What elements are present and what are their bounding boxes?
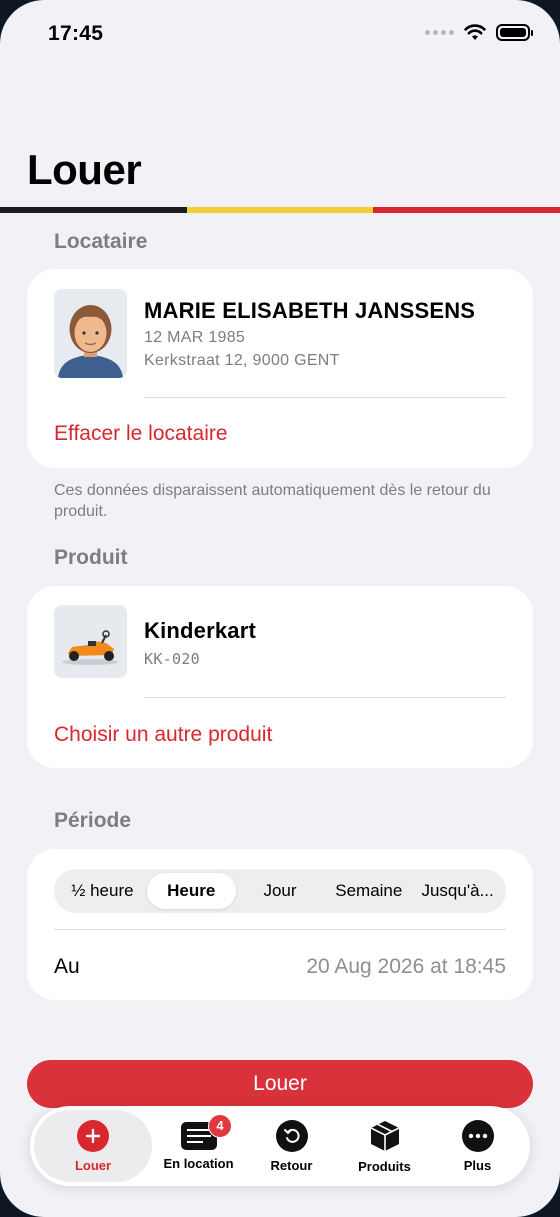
wifi-icon [464, 24, 486, 40]
renter-section-label: Locataire [54, 230, 148, 253]
renter-avatar [54, 289, 127, 378]
renter-birthdate: 12 MAR 1985 [144, 329, 246, 346]
clear-renter-button[interactable]: Effacer le locataire [54, 422, 228, 446]
product-name: Kinderkart [144, 618, 257, 643]
tab-label: Produits [358, 1158, 411, 1174]
status-time: 17:45 [48, 22, 104, 45]
until-label: Au [54, 955, 80, 978]
period-option-day[interactable]: Jour [236, 873, 325, 909]
more-icon [461, 1119, 494, 1152]
renter-privacy-note: Ces données disparaissent automatiquemen… [54, 482, 491, 520]
battery-icon [496, 24, 533, 41]
product-code: KK-020 [144, 650, 200, 668]
belgian-flag-stripe [0, 207, 560, 213]
period-option-week[interactable]: Semaine [324, 873, 413, 909]
product-section-label: Produit [54, 546, 128, 569]
tab-plus[interactable]: Plus [431, 1110, 524, 1182]
divider [54, 929, 506, 930]
screen: 17:45 Louer Locataire MARIE ELISABETH JA… [0, 0, 560, 1217]
tab-produits[interactable]: Produits [338, 1110, 431, 1182]
rentals-count-badge: 4 [208, 1114, 232, 1138]
tab-label: En location [163, 1155, 234, 1171]
status-icons [425, 24, 533, 41]
tab-bar: Louer 4 En location Retour Produits Plus [30, 1106, 530, 1186]
return-icon [275, 1119, 308, 1152]
page-title: Louer [27, 146, 142, 193]
signal-icon [425, 30, 454, 35]
tab-louer[interactable]: Louer [34, 1110, 152, 1182]
renter-card: MARIE ELISABETH JANSSENS 12 MAR 1985 Ker… [27, 269, 533, 468]
tab-label: Louer [74, 1157, 112, 1173]
choose-other-product-button[interactable]: Choisir un autre produit [54, 723, 272, 747]
renter-name: MARIE ELISABETH JANSSENS [144, 298, 476, 323]
period-card: ½ heure Heure Jour Semaine Jusqu'à... Au… [27, 849, 533, 1000]
period-option-hour[interactable]: Heure [146, 873, 236, 909]
period-segmented-control: ½ heure Heure Jour Semaine Jusqu'à... [54, 869, 506, 913]
tab-en-location[interactable]: 4 En location [152, 1110, 245, 1182]
tab-label: Retour [270, 1157, 313, 1173]
box-icon [370, 1120, 399, 1151]
tab-label: Plus [463, 1157, 492, 1173]
rent-button[interactable]: Louer [27, 1060, 533, 1108]
status-bar: 17:45 [0, 20, 560, 50]
period-section-label: Période [54, 809, 132, 832]
divider [144, 397, 506, 398]
tab-retour[interactable]: Retour [245, 1110, 338, 1182]
product-thumbnail [54, 605, 127, 678]
product-card: Kinderkart KK-020 Choisir un autre produ… [27, 586, 533, 768]
period-option-half-hour[interactable]: ½ heure [58, 873, 147, 909]
period-option-until[interactable]: Jusqu'à... [413, 873, 502, 909]
until-date-value[interactable]: 20 Aug 2026 at 18:45 [306, 955, 506, 979]
renter-address: Kerkstraat 12, 9000 GENT [144, 352, 340, 369]
plus-circle-icon [77, 1119, 109, 1152]
divider [144, 697, 506, 698]
